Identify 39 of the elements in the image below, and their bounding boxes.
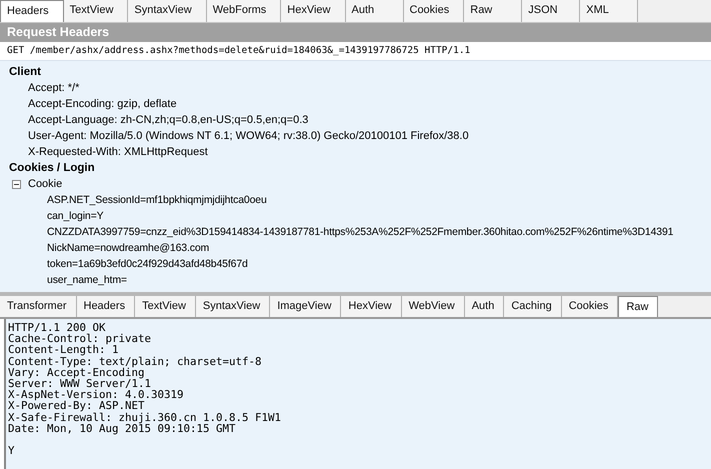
tab[interactable]: Headers — [76, 296, 136, 317]
response-headers-text: HTTP/1.1 200 OK Cache-Control: private Content-Length: 1 Content-Type: text/plain; charset=utf-8 Vary: Accept-Encoding Server: WWW Server/1.1 X-AspNet-Version: 4.0.30319 X-Powered-By: ASP.NET X-Safe-Firewall: zhuji.360.cn 1.0.8.5 F1W1 Date: Mon, 10 Aug 2015 09:10:15 GMT — [8, 322, 282, 434]
tab[interactable]: HexView — [281, 0, 346, 22]
header-entry: Accept: */* — [28, 81, 80, 96]
response-body-text: Y — [8, 445, 15, 456]
tab[interactable]: Auth — [464, 296, 504, 317]
header-entry: User-Agent: Mozilla/5.0 (Windows NT 6.1; WOW64; rv:38.0) Gecko/20100101 Firefox/38.0 — [28, 129, 469, 144]
tab[interactable]: Transformer — [0, 296, 76, 317]
header-entry: ASP.NET_SessionId=mf1bpkhiqmjmjdijhtca0oeu — [47, 193, 267, 208]
tree-node-label: Cookie — [28, 177, 62, 192]
header-entry: user_name_htm= — [47, 273, 127, 288]
tab[interactable]: WebForms — [206, 0, 282, 22]
group-title: Cookies / Login — [8, 161, 96, 176]
tab[interactable]: SyntaxView — [196, 296, 270, 317]
header-entry: Accept-Language: zh-CN,zh;q=0.8,en-US;q=0.5,en;q=0.3 — [28, 113, 308, 128]
header-entry: X-Requested-With: XMLHttpRequest — [28, 145, 208, 160]
tab[interactable]: TextView — [135, 296, 196, 317]
collapse-icon[interactable] — [12, 180, 21, 188]
header-entry: token=1a69b3efd0c24f929d43afd48b45f67d — [47, 257, 248, 272]
tab[interactable]: HexView — [341, 296, 402, 317]
tab[interactable]: ImageView — [270, 296, 342, 317]
section-title: Request Headers — [0, 23, 711, 42]
tab[interactable]: Cookies — [404, 0, 464, 22]
tab[interactable]: Cookies — [562, 296, 618, 317]
header-entry: can_login=Y — [47, 209, 104, 224]
tab[interactable]: Raw — [464, 0, 522, 22]
tab[interactable]: Raw — [618, 296, 658, 317]
header-entry: CNZZDATA3997759=cnzz_eid%3D159414834-1439187781-https%253A%252F%252Fmember.360hitao.com%252F%26ntime%3D14391 — [47, 225, 674, 240]
tab[interactable]: WebView — [402, 296, 465, 317]
tab[interactable]: TextView — [64, 0, 128, 22]
tab[interactable]: SyntaxView — [128, 0, 207, 22]
tab[interactable]: JSON — [522, 0, 580, 22]
header-entry: NickName=nowdreamhe@163.com — [47, 241, 210, 256]
tab[interactable]: Caching — [504, 296, 562, 317]
header-entry: Accept-Encoding: gzip, deflate — [28, 97, 177, 112]
tab[interactable]: XML — [580, 0, 638, 22]
tab[interactable]: Headers — [0, 0, 64, 22]
tab[interactable]: Auth — [346, 0, 404, 22]
group-title: Client — [8, 65, 42, 80]
